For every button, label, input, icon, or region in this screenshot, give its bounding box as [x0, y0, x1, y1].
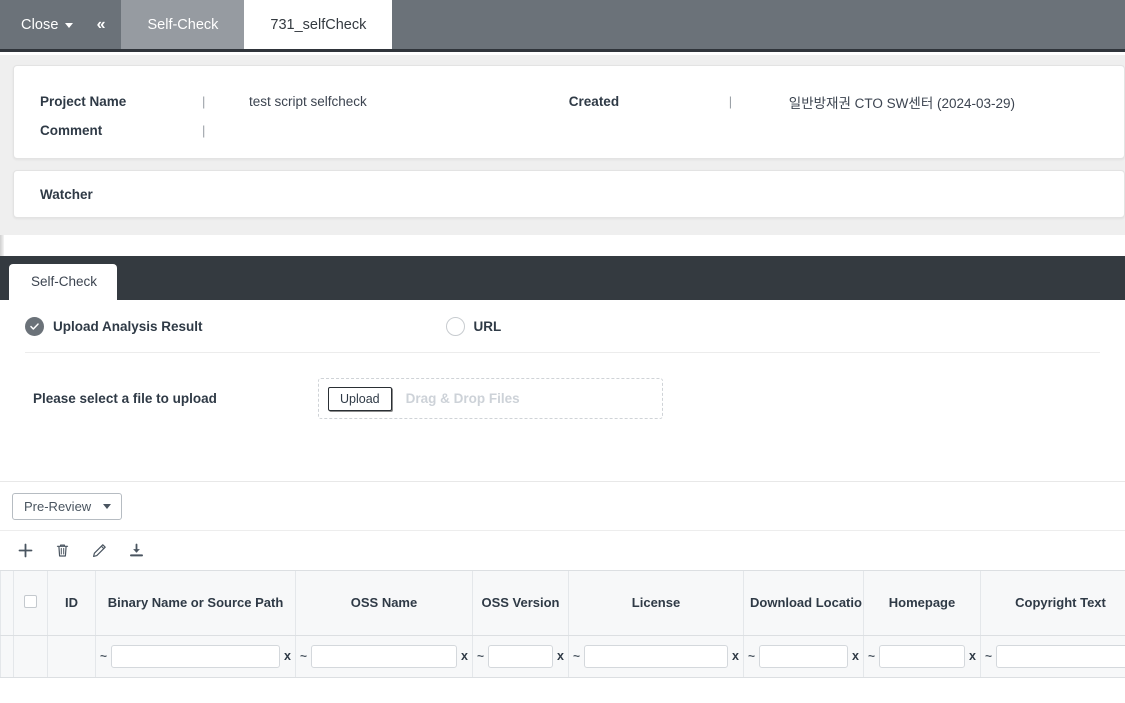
- filter-gutter-cell: [0, 635, 14, 678]
- filter-license-cell: ~ x: [568, 635, 744, 678]
- project-name-value: test script selfcheck: [249, 94, 367, 109]
- delete-icon[interactable]: [55, 543, 70, 558]
- filter-clear-icon[interactable]: x: [732, 649, 739, 663]
- filter-homepage-cell: ~ x: [863, 635, 981, 678]
- watcher-label: Watcher: [40, 186, 93, 202]
- source-type-radio-group: Upload Analysis Result URL: [0, 300, 1125, 352]
- file-upload-row: Please select a file to upload Upload Dr…: [0, 353, 1125, 419]
- file-dropzone[interactable]: Upload Drag & Drop Files: [318, 378, 663, 419]
- filter-oss-name-cell: ~ x: [295, 635, 473, 678]
- filter-clear-icon[interactable]: x: [557, 649, 564, 663]
- filter-oss-version-cell: ~ x: [472, 635, 569, 678]
- filter-oss-name-input[interactable]: [311, 644, 458, 668]
- filter-copyright-text-cell: ~: [980, 635, 1125, 678]
- filter-homepage-input[interactable]: [879, 644, 966, 668]
- chevron-down-icon: [64, 23, 73, 28]
- window-tab-731-selfcheck[interactable]: 731_selfCheck: [244, 0, 393, 49]
- filter-download-location-cell: ~ x: [743, 635, 864, 678]
- oss-table-grid: ID Binary Name or Source Path OSS Name O…: [0, 571, 1125, 678]
- comment-separator: |: [202, 123, 206, 138]
- filter-clear-icon[interactable]: x: [852, 649, 859, 663]
- select-all-checkbox[interactable]: [24, 594, 37, 608]
- radio-selected-check-icon: [25, 316, 44, 336]
- project-detail-card: Project Name | test script selfcheck Cre…: [13, 65, 1125, 159]
- close-dropdown-button[interactable]: Close: [21, 17, 73, 33]
- filter-copyright-text-input[interactable]: [996, 644, 1125, 668]
- filter-binary-name-input[interactable]: [111, 644, 281, 668]
- filter-clear-icon[interactable]: x: [284, 649, 291, 663]
- pre-review-zone: Pre-Review: [0, 482, 1125, 530]
- chevron-down-icon: [103, 504, 112, 509]
- window-tab-731-selfcheck-label: 731_selfCheck: [270, 16, 367, 33]
- radio-url[interactable]: URL: [445, 316, 502, 336]
- page-bottom-area: [0, 678, 1125, 703]
- filter-prefix: ~: [985, 649, 993, 663]
- tab-self-check[interactable]: Self-Check: [9, 264, 118, 300]
- table-header-license[interactable]: License: [568, 571, 744, 636]
- filter-prefix: ~: [300, 649, 308, 663]
- filter-id-cell: [47, 635, 96, 678]
- filter-prefix: ~: [477, 649, 485, 663]
- upload-button[interactable]: Upload: [328, 386, 392, 411]
- dropzone-placeholder: Drag & Drop Files: [405, 391, 520, 406]
- created-value: 일반방재권 CTO SW센터 (2024-03-29): [788, 95, 1016, 111]
- table-header-download-location[interactable]: Download Locatio: [743, 571, 864, 636]
- filter-select-cell: [13, 635, 48, 678]
- filter-prefix: ~: [748, 649, 756, 663]
- filter-clear-icon[interactable]: x: [461, 649, 468, 663]
- filter-prefix: ~: [100, 649, 108, 663]
- radio-url-label: URL: [473, 318, 502, 334]
- pre-review-dropdown[interactable]: Pre-Review: [12, 493, 123, 520]
- table-filter-row: ~ x ~ x ~ x ~ x ~ x ~ x ~: [0, 635, 1125, 678]
- watcher-card: Watcher: [13, 170, 1125, 218]
- table-header-binary-name[interactable]: Binary Name or Source Path: [95, 571, 296, 636]
- upload-prompt-label: Please select a file to upload: [33, 391, 217, 406]
- table-header-row: ID Binary Name or Source Path OSS Name O…: [0, 571, 1125, 636]
- app-root: Close « Self-Check 731_selfCheck Project…: [0, 0, 1125, 703]
- radio-upload-label: Upload Analysis Result: [53, 318, 203, 334]
- window-titlebar: Close « Self-Check 731_selfCheck: [0, 0, 1125, 52]
- filter-license-input[interactable]: [584, 644, 729, 668]
- radio-upload-analysis-result[interactable]: Upload Analysis Result: [25, 316, 203, 336]
- filter-binary-name-cell: ~ x: [95, 635, 296, 678]
- edit-icon[interactable]: [92, 543, 107, 558]
- project-name-row: Project Name | test script selfcheck Cre…: [14, 87, 1124, 116]
- oss-table: ID Binary Name or Source Path OSS Name O…: [0, 570, 1125, 678]
- project-name-label: Project Name: [40, 94, 127, 109]
- table-header-id[interactable]: ID: [47, 571, 96, 636]
- close-dropdown-label: Close: [21, 16, 59, 33]
- radio-unselected-icon: [445, 316, 465, 336]
- filter-oss-version-input[interactable]: [488, 644, 554, 668]
- table-header-homepage[interactable]: Homepage: [863, 571, 981, 636]
- table-header-oss-name[interactable]: OSS Name: [295, 571, 473, 636]
- filter-prefix: ~: [868, 649, 876, 663]
- created-label: Created: [568, 94, 620, 109]
- pre-review-label: Pre-Review: [24, 499, 92, 514]
- filter-clear-icon[interactable]: x: [969, 649, 976, 663]
- project-info-panel: Project Name | test script selfcheck Cre…: [0, 55, 1125, 235]
- comment-label: Comment: [40, 123, 103, 138]
- self-check-panel: Upload Analysis Result URL Please select…: [0, 300, 1125, 482]
- table-header-copyright-text[interactable]: Copyright Text: [980, 571, 1125, 636]
- section-tab-bar: Self-Check: [0, 256, 1125, 300]
- window-tab-self-check[interactable]: Self-Check: [121, 0, 245, 49]
- window-tab-strip: Self-Check 731_selfCheck: [121, 0, 393, 49]
- filter-download-location-input[interactable]: [759, 644, 849, 668]
- grid-toolbar: [0, 530, 1125, 570]
- titlebar-left-controls: Close «: [0, 0, 121, 49]
- table-gutter-header: [0, 571, 14, 636]
- table-header-oss-version[interactable]: OSS Version: [472, 571, 569, 636]
- add-icon[interactable]: [18, 543, 33, 558]
- filter-prefix: ~: [573, 649, 581, 663]
- comment-row: Comment |: [14, 116, 1124, 145]
- tab-self-check-label: Self-Check: [31, 274, 98, 289]
- download-icon[interactable]: [129, 543, 144, 558]
- created-separator: |: [728, 94, 733, 109]
- table-header-select: [13, 571, 48, 636]
- double-chevron-left-icon[interactable]: «: [93, 16, 108, 33]
- project-name-separator: |: [202, 94, 206, 109]
- window-tab-self-check-label: Self-Check: [147, 16, 219, 33]
